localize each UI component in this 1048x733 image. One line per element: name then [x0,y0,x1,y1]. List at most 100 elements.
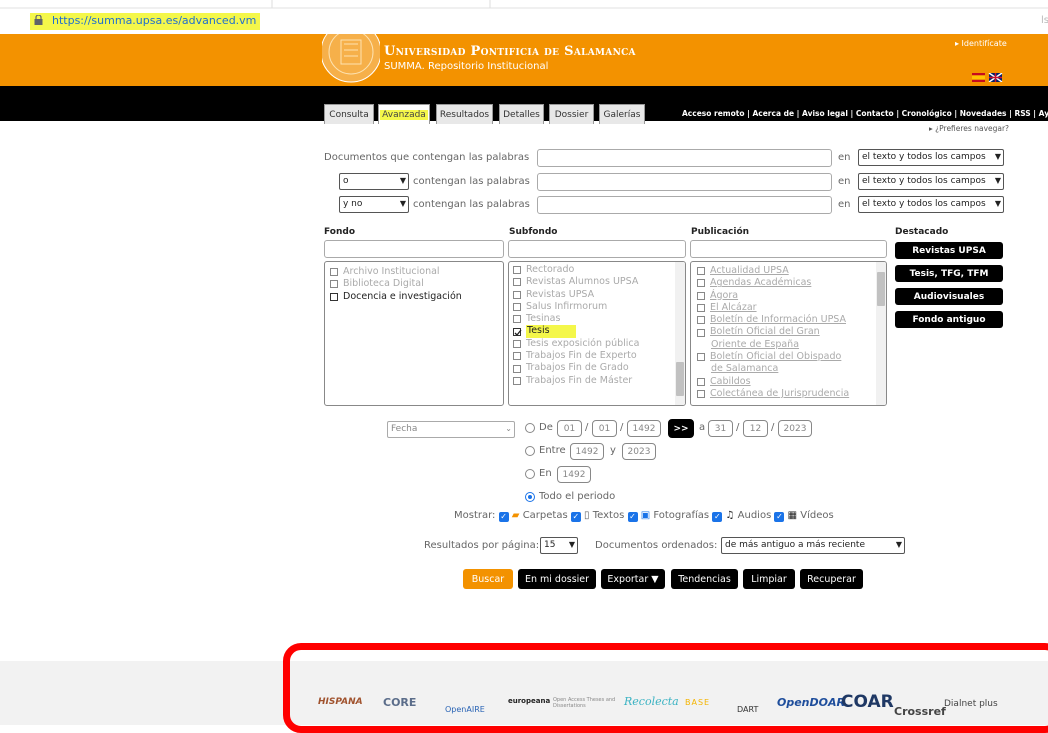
list-item[interactable]: Rectorado [513,264,685,276]
list-item[interactable]: Cabildos [697,376,886,388]
exportar-button[interactable]: Exportar ▼ [601,569,665,589]
buscar-button[interactable]: Buscar [463,569,513,589]
tab-resultados[interactable]: Resultados [436,104,493,124]
list-item[interactable]: Agendas Académicas [697,277,886,289]
results-per-page-select[interactable]: 15 ▼ [540,537,578,554]
language-flags[interactable] [972,73,1006,82]
operator-select-1[interactable]: o ▼ [339,173,409,190]
date-arrow-button[interactable]: >> [668,419,694,438]
checkbox[interactable] [513,339,521,348]
checkbox[interactable] [697,267,705,276]
fondo-filter-input[interactable] [324,240,504,258]
tab-dossier[interactable]: Dossier [549,104,594,124]
tab-avanzada[interactable]: Avanzada [378,104,430,124]
checkbox[interactable] [513,352,521,361]
to-year-input[interactable]: 2023 [778,420,812,437]
list-item[interactable]: Trabajos Fin de Grado [513,362,685,374]
checkbox-fotografias[interactable]: ✓ [627,512,638,522]
order-select[interactable]: de más antiguo a más reciente ▼ [721,537,905,554]
publicacion-list[interactable]: Actualidad UPSA Agendas Académicas Ágora… [690,261,887,406]
browser-url-bar[interactable]: https://summa.upsa.es/advanced.vm ls [0,0,1048,34]
checkbox[interactable] [513,303,521,312]
list-item[interactable]: Trabajos Fin de Máster [513,375,685,387]
list-item[interactable]: Actualidad UPSA [697,265,886,277]
checkbox[interactable] [697,328,705,337]
field-select-3[interactable]: el texto y todos los campos ▼ [858,196,1004,213]
scrollbar[interactable] [876,262,886,405]
list-item-continuation[interactable]: de Salamanca [697,363,886,375]
recuperar-button[interactable]: Recuperar [800,569,863,589]
list-item[interactable]: Biblioteca Digital [330,278,503,290]
checkbox[interactable] [513,364,521,373]
top-links[interactable]: Acceso remoto | Acerca de | Aviso legal … [682,109,1048,118]
checkbox[interactable] [697,279,705,288]
field-select-1[interactable]: el texto y todos los campos ▼ [858,149,1004,166]
checkbox[interactable] [330,292,338,301]
subfondo-list[interactable]: Rectorado Revistas Alumnos UPSA Revistas… [508,261,686,406]
en-mi-dossier-button[interactable]: En mi dossier [518,569,596,589]
checkbox[interactable] [513,290,521,299]
checkbox[interactable] [330,268,338,277]
search-input-1[interactable] [537,149,832,167]
to-month-input[interactable]: 12 [743,420,768,437]
from-year-input[interactable]: 1492 [627,420,661,437]
tab-galerias[interactable]: Galerías [599,104,645,124]
list-item-continuation[interactable]: Oriente de España [697,339,886,351]
entre-to-input[interactable]: 2023 [622,443,656,460]
checkbox-videos[interactable]: ✓ [774,512,785,522]
limpiar-button[interactable]: Limpiar [743,569,795,589]
checkbox[interactable] [697,353,705,362]
tesis-tfg-tfm-button[interactable]: Tesis, TFG, TFM [895,265,1003,282]
radio-de[interactable] [525,423,535,433]
to-day-input[interactable]: 31 [708,420,733,437]
radio-todo-periodo[interactable] [525,492,535,502]
list-item[interactable]: Tesis exposición pública [513,338,685,350]
checkbox[interactable] [697,291,705,300]
operator-select-2[interactable]: y no ▼ [339,196,409,213]
url-text[interactable]: https://summa.upsa.es/advanced.vm [52,14,256,27]
fondo-list[interactable]: Archivo Institucional Biblioteca Digital… [324,261,504,406]
list-item[interactable]: Colectánea de Jurisprudencia [697,388,886,400]
checkbox[interactable] [513,376,521,385]
list-item[interactable]: Ágora [697,290,886,302]
prefer-browse-link[interactable]: ▸ ¿Prefieres navegar? [929,124,1009,133]
list-item[interactable]: Revistas Alumnos UPSA [513,276,685,288]
radio-en[interactable] [525,469,535,479]
list-item[interactable]: Revistas UPSA [513,289,685,301]
checkbox[interactable] [513,315,521,324]
checkbox-checked[interactable] [513,327,522,336]
list-item[interactable]: Boletín Oficial del Gran [697,326,886,338]
list-item[interactable]: Salus Infirmorum [513,301,685,313]
checkbox[interactable] [697,304,705,313]
checkbox[interactable] [330,280,338,289]
publicacion-filter-input[interactable] [690,240,887,258]
entre-from-input[interactable]: 1492 [570,443,604,460]
en-year-input[interactable]: 1492 [557,466,591,483]
subfondo-filter-input[interactable] [508,240,686,258]
scrollbar-thumb[interactable] [676,362,684,396]
scrollbar-thumb[interactable] [877,272,885,306]
checkbox[interactable] [697,316,705,325]
list-item[interactable]: Docencia e investigación [330,291,503,303]
fondo-antiguo-button[interactable]: Fondo antiguo [895,311,1003,328]
checkbox[interactable] [513,266,521,275]
checkbox[interactable] [513,278,521,287]
list-item[interactable]: Boletín Oficial del Obispado [697,351,886,363]
scrollbar[interactable] [675,262,685,405]
checkbox-carpetas[interactable]: ✓ [498,512,509,522]
checkbox[interactable] [697,390,705,399]
radio-entre[interactable] [525,446,535,456]
tendencias-button[interactable]: Tendencias [671,569,738,589]
list-item[interactable]: Boletín de Información UPSA [697,314,886,326]
list-item[interactable]: Tesinas [513,313,685,325]
field-select-2[interactable]: el texto y todos los campos ▼ [858,173,1004,190]
from-day-input[interactable]: 01 [557,420,582,437]
search-input-2[interactable] [537,173,832,191]
tab-consulta[interactable]: Consulta [324,104,374,124]
list-item[interactable]: Trabajos Fin de Experto [513,350,685,362]
search-input-3[interactable] [537,196,832,214]
date-field-select[interactable]: Fecha ⌄ [387,421,515,438]
list-item-selected[interactable]: Tesis [513,325,685,338]
from-month-input[interactable]: 01 [592,420,617,437]
revistas-upsa-button[interactable]: Revistas UPSA [895,242,1003,259]
